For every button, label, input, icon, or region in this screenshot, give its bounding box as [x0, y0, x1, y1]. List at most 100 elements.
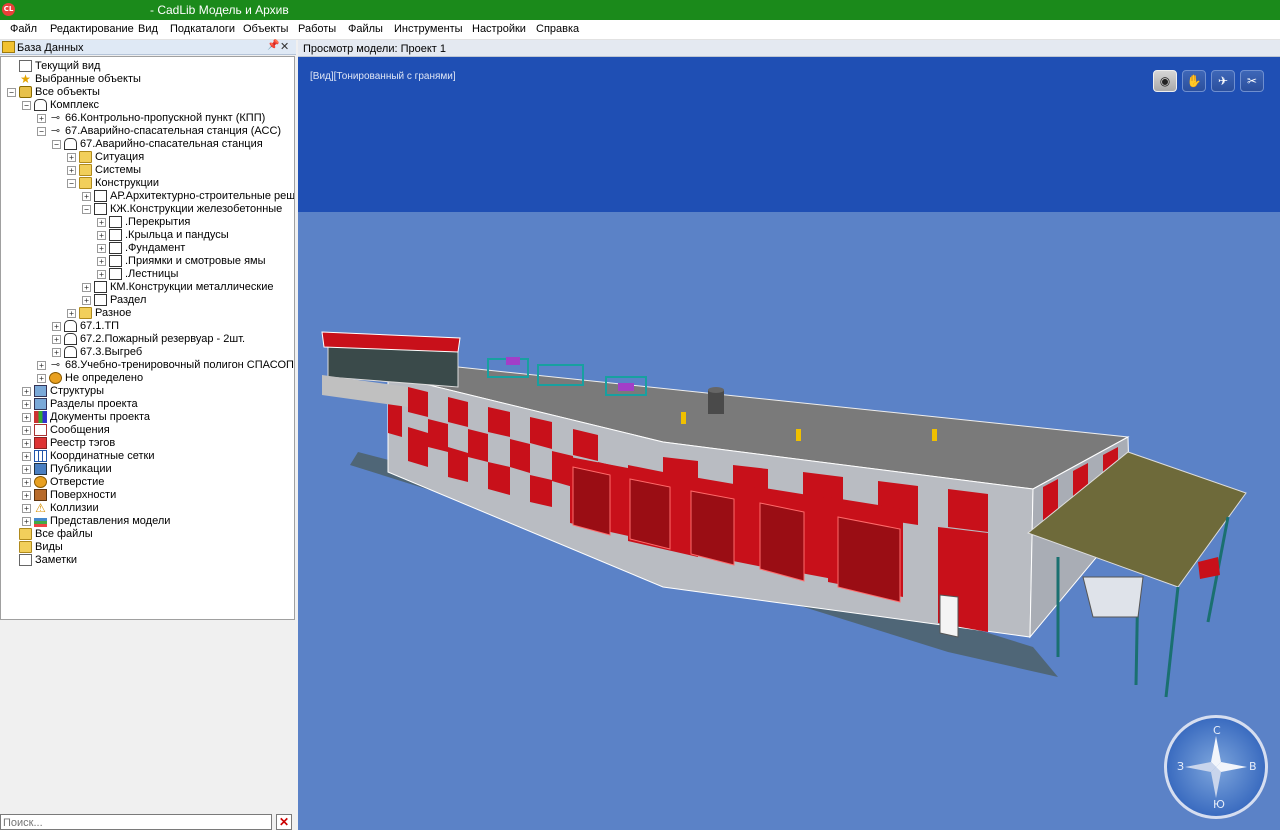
tree-expander-icon[interactable]: +: [82, 296, 91, 305]
tree-item[interactable]: + КМ.Конструкции металлические: [1, 281, 291, 294]
tree-item[interactable]: + Документы проекта: [1, 411, 291, 424]
tree-expander-icon[interactable]: +: [22, 413, 31, 422]
search-clear-button[interactable]: ✕: [276, 814, 292, 830]
tree-expander-icon[interactable]: +: [67, 309, 76, 318]
3d-viewport[interactable]: [Вид][Тонированный с гранями] ◉ ✋ ✈ ✂ С В Ю…: [298, 57, 1280, 830]
tree-item[interactable]: Все файлы: [1, 528, 291, 541]
search-input[interactable]: [3, 816, 269, 829]
compass-widget[interactable]: С В Ю З: [1164, 715, 1268, 819]
tree-item[interactable]: + Отверстие: [1, 476, 291, 489]
menu-item-4[interactable]: Объекты: [243, 23, 288, 35]
tree-item[interactable]: + Представления модели: [1, 515, 291, 528]
tree-item[interactable]: +67.1.ТП: [1, 320, 291, 333]
plane-icon[interactable]: ✈: [1211, 70, 1235, 92]
tree-item[interactable]: Текущий вид: [1, 60, 291, 73]
tree-expander-icon[interactable]: +: [22, 517, 31, 526]
menu-item-6[interactable]: Файлы: [348, 23, 383, 35]
tree-expander-icon[interactable]: +: [97, 218, 106, 227]
menu-item-1[interactable]: Редактирование: [50, 23, 134, 35]
tree-item[interactable]: + Сообщения: [1, 424, 291, 437]
tree-item[interactable]: + Раздел: [1, 294, 291, 307]
section-icon[interactable]: ✂: [1240, 70, 1264, 92]
tree-expander-icon[interactable]: +: [22, 478, 31, 487]
tree-expander-icon[interactable]: +: [22, 426, 31, 435]
tree-expander-icon[interactable]: +: [97, 244, 106, 253]
tree-expander-icon[interactable]: −: [7, 88, 16, 97]
menu-item-2[interactable]: Вид: [138, 23, 158, 35]
tree-item-label: Раздел: [110, 294, 147, 306]
tree-expander-icon[interactable]: +: [37, 374, 46, 383]
tree-item[interactable]: + ⊸ 66.Контрольно-пропускной пункт (КПП): [1, 112, 291, 125]
tree-item[interactable]: − КЖ.Конструкции железобетонные: [1, 203, 291, 216]
tree-item[interactable]: + Разное: [1, 307, 291, 320]
tree-expander-icon[interactable]: +: [37, 361, 46, 370]
menu-item-3[interactable]: Подкаталоги: [170, 23, 235, 35]
tree-expander-icon[interactable]: +: [67, 166, 76, 175]
tree-expander-icon[interactable]: −: [37, 127, 46, 136]
close-panel-button[interactable]: ✕: [280, 40, 289, 53]
tree-item[interactable]: + Ситуация: [1, 151, 291, 164]
site-icon: ⊸: [50, 112, 61, 124]
tree-expander-icon[interactable]: +: [22, 400, 31, 409]
tree-item[interactable]: + Разделы проекта: [1, 398, 291, 411]
tree-item[interactable]: Виды: [1, 541, 291, 554]
tree-item[interactable]: +67.3.Выгреб: [1, 346, 291, 359]
tree-expander-icon[interactable]: −: [52, 140, 61, 149]
tree-item[interactable]: + .Перекрытия: [1, 216, 291, 229]
tree-expander-icon[interactable]: +: [22, 387, 31, 396]
viewer-tab[interactable]: Просмотр модели: Проект 1: [298, 40, 1280, 57]
tree-expander-icon[interactable]: −: [67, 179, 76, 188]
walk-icon[interactable]: ✋: [1182, 70, 1206, 92]
tree-item[interactable]: − ⊸ 67.Аварийно-спасательная станция (АСС): [1, 125, 291, 138]
tree-item[interactable]: + .Приямки и смотровые ямы: [1, 255, 291, 268]
pin-icon[interactable]: 📌: [267, 40, 279, 51]
tree-expander-icon[interactable]: +: [22, 452, 31, 461]
tree-expander-icon[interactable]: +: [52, 322, 61, 331]
tree-expander-icon[interactable]: +: [97, 270, 106, 279]
tree-expander-icon[interactable]: +: [22, 491, 31, 500]
tree-item[interactable]: + Реестр тэгов: [1, 437, 291, 450]
tree-item[interactable]: + .Фундамент: [1, 242, 291, 255]
tree-item-label: 68.Учебно-тренировочный полигон СПАСОП: [65, 359, 294, 371]
tree-item[interactable]: − Комплекс: [1, 99, 291, 112]
menu-item-5[interactable]: Работы: [298, 23, 336, 35]
tree-expander-icon[interactable]: −: [82, 205, 91, 214]
tree-expander-icon[interactable]: +: [67, 153, 76, 162]
tree-item[interactable]: − 67.Аварийно-спасательная станция: [1, 138, 291, 151]
tree-expander-icon[interactable]: +: [52, 335, 61, 344]
building-model[interactable]: [298, 57, 1280, 830]
tree-item[interactable]: − Все объекты: [1, 86, 291, 99]
tree-expander-icon[interactable]: +: [97, 257, 106, 266]
tree-item[interactable]: + Координатные сетки: [1, 450, 291, 463]
tree-expander-icon[interactable]: +: [97, 231, 106, 240]
tree-item-label: Коллизии: [50, 502, 99, 514]
tree-item[interactable]: + .Крыльца и пандусы: [1, 229, 291, 242]
tree-item[interactable]: + АР.Архитектурно-строительные решения: [1, 190, 294, 203]
tree-item[interactable]: + ⚠ Коллизии: [1, 502, 291, 515]
tree-item[interactable]: + Публикации: [1, 463, 291, 476]
tree-item[interactable]: ★ Выбранные объекты: [1, 73, 291, 86]
tree-item[interactable]: + Структуры: [1, 385, 291, 398]
menu-item-0[interactable]: Файл: [10, 23, 37, 35]
tree-item[interactable]: + Системы: [1, 164, 291, 177]
tree-item[interactable]: + ⊸ 68.Учебно-тренировочный полигон СПАСОП: [1, 359, 294, 372]
eye-icon[interactable]: ◉: [1153, 70, 1177, 92]
app-logo-icon[interactable]: CL: [2, 3, 15, 16]
menu-item-9[interactable]: Справка: [536, 23, 579, 35]
tree-item-label: КМ.Конструкции металлические: [110, 281, 274, 293]
tree-expander-icon[interactable]: +: [22, 504, 31, 513]
menu-item-7[interactable]: Инструменты: [394, 23, 463, 35]
tree-item[interactable]: +67.2.Пожарный резервуар - 2шт.: [1, 333, 291, 346]
tree-expander-icon[interactable]: −: [22, 101, 31, 110]
tree-item[interactable]: + .Лестницы: [1, 268, 291, 281]
menu-item-8[interactable]: Настройки: [472, 23, 526, 35]
tree-item[interactable]: − Конструкции: [1, 177, 291, 190]
tree-expander-icon[interactable]: +: [22, 439, 31, 448]
tree-expander-icon[interactable]: +: [22, 465, 31, 474]
tree-expander-icon[interactable]: +: [82, 192, 91, 201]
tree-expander-icon[interactable]: +: [37, 114, 46, 123]
tree-expander-icon[interactable]: +: [82, 283, 91, 292]
tree-item[interactable]: + Не определено: [1, 372, 291, 385]
tree-expander-icon[interactable]: +: [52, 348, 61, 357]
tree-item[interactable]: Заметки: [1, 554, 291, 567]
